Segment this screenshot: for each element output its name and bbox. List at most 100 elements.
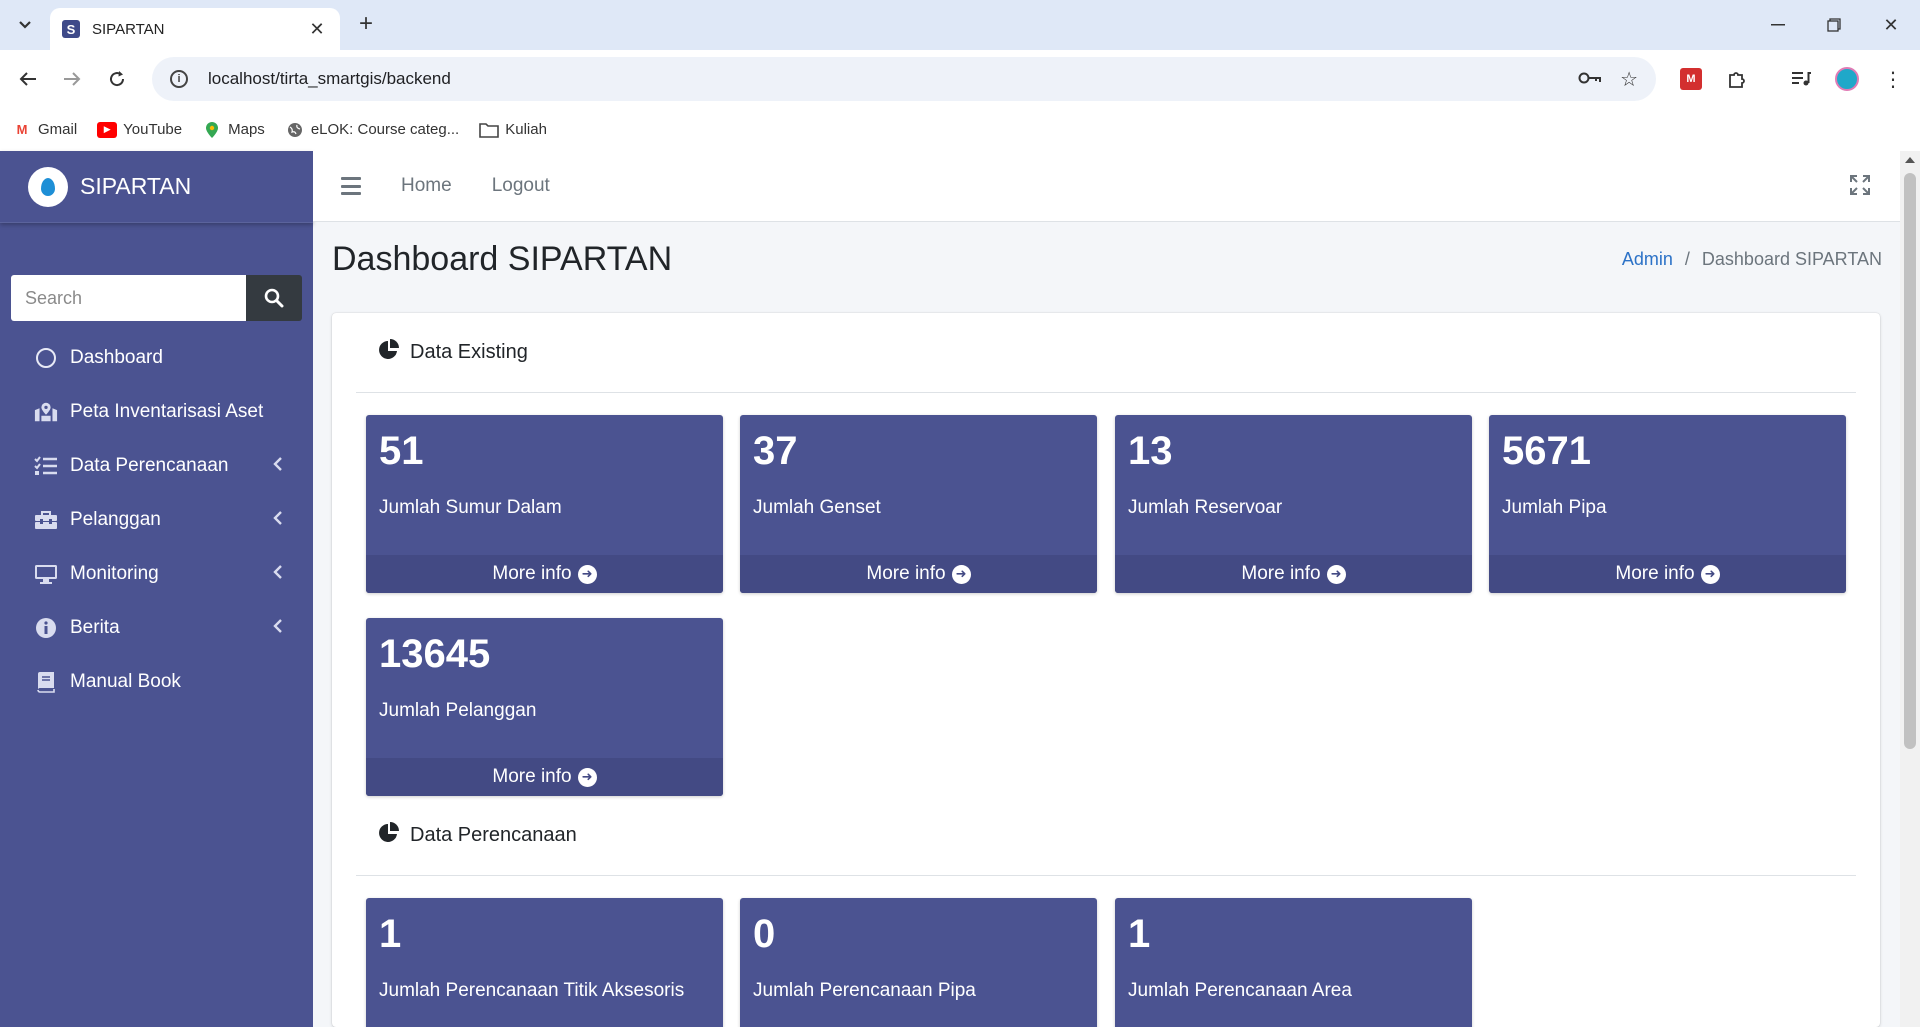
sidebar-menu: Dashboard Peta Inventarisasi Aset Data P… [0, 331, 313, 709]
scrollbar-thumb[interactable] [1904, 173, 1916, 749]
sidebar-item-label: Peta Inventarisasi Aset [70, 401, 264, 422]
stat-box-genset: 37 Jumlah Genset More info ➜ [740, 415, 1097, 593]
breadcrumb-admin-link[interactable]: Admin [1622, 249, 1673, 270]
reload-icon[interactable] [102, 64, 132, 94]
browser-toolbar: i localhost/tirta_smartgis/backend ☆ M ⋮ [0, 50, 1920, 108]
dashboard-card: Data Existing 51 Jumlah Sumur Dalam More… [332, 313, 1880, 1027]
stat-box-pipa: 5671 Jumlah Pipa More info ➜ [1489, 415, 1846, 593]
hamburger-menu-icon[interactable] [341, 177, 361, 195]
fullscreen-expand-icon[interactable] [1850, 175, 1870, 201]
stat-value: 0 [753, 912, 776, 956]
chart-pie-icon [378, 338, 400, 367]
stat-label: Jumlah Perencanaan Area [1128, 980, 1352, 1001]
stat-box-perencanaan-pipa: 0 Jumlah Perencanaan Pipa [740, 898, 1097, 1027]
tab-title: SIPARTAN [92, 20, 165, 38]
more-info-link[interactable]: More info ➜ [1489, 555, 1846, 593]
extensions-puzzle-icon[interactable] [1722, 64, 1752, 94]
sidebar-item-label: Berita [70, 617, 120, 638]
close-window-icon[interactable]: ✕ [1871, 10, 1911, 40]
more-info-link[interactable]: More info ➜ [366, 758, 723, 796]
arrow-circle-right-icon: ➜ [577, 564, 597, 584]
sidebar-search-input[interactable] [11, 275, 246, 321]
scroll-up-arrow-icon[interactable] [1905, 157, 1915, 163]
browser-tabbar: S SIPARTAN ✕ + ✕ [0, 0, 1920, 50]
more-info-link[interactable]: More info ➜ [366, 555, 723, 593]
more-info-link[interactable]: More info ➜ [1115, 555, 1472, 593]
sidebar-search-button[interactable] [246, 275, 302, 321]
stat-box-sumur-dalam: 51 Jumlah Sumur Dalam More info ➜ [366, 415, 723, 593]
browser-menu-kebab-icon[interactable]: ⋮ [1878, 64, 1908, 94]
minimize-icon[interactable] [1758, 10, 1798, 40]
sidebar-item-label: Data Perencanaan [70, 455, 229, 476]
restore-icon[interactable] [1814, 10, 1854, 40]
stat-box-reservoar: 13 Jumlah Reservoar More info ➜ [1115, 415, 1472, 593]
stat-box-perencanaan-area: 1 Jumlah Perencanaan Area [1115, 898, 1472, 1027]
nav-logout-link[interactable]: Logout [492, 175, 550, 197]
bookmark-kuliah[interactable]: Kuliah [479, 121, 547, 138]
section-header-data-perencanaan: Data Perencanaan [356, 796, 1856, 876]
sidebar-item-data-perencanaan[interactable]: Data Perencanaan [0, 439, 313, 493]
forward-arrow-icon[interactable] [57, 64, 87, 94]
sidebar: SIPARTAN Dashboard Peta Inventarisasi As… [0, 151, 313, 1027]
folder-icon [479, 122, 500, 138]
stat-box-pelanggan: 13645 Jumlah Pelanggan More info ➜ [366, 618, 723, 796]
profile-avatar-icon[interactable] [1832, 64, 1862, 94]
section-header-data-existing: Data Existing [356, 313, 1856, 393]
sidebar-item-label: Pelanggan [70, 509, 161, 530]
extension-red-icon[interactable]: M [1676, 64, 1706, 94]
nav-home-link[interactable]: Home [401, 175, 452, 197]
more-info-label: More info [866, 563, 946, 584]
stat-value: 51 [379, 429, 424, 473]
bookmark-youtube[interactable]: ▶ YouTube [97, 121, 182, 138]
chevron-left-icon [273, 457, 283, 471]
new-tab-plus-icon[interactable]: + [352, 11, 380, 39]
key-icon[interactable] [1578, 68, 1602, 91]
arrow-circle-right-icon: ➜ [951, 564, 971, 584]
back-arrow-icon[interactable] [13, 64, 43, 94]
browser-tab-active[interactable]: S SIPARTAN ✕ [50, 8, 340, 50]
bookmark-label: Gmail [38, 121, 78, 138]
stat-value: 1 [379, 912, 402, 956]
stat-label: Jumlah Genset [753, 497, 881, 518]
sidebar-item-label: Manual Book [70, 671, 181, 692]
more-info-link[interactable]: More info ➜ [740, 555, 1097, 593]
brand-link[interactable]: SIPARTAN [0, 151, 313, 223]
breadcrumb-separator: / [1684, 249, 1690, 269]
url-text[interactable]: localhost/tirta_smartgis/backend [208, 69, 1560, 89]
chevron-left-icon [273, 565, 283, 579]
bookmark-elok[interactable]: eLOK: Course categ... [285, 121, 459, 138]
sidebar-item-monitoring[interactable]: Monitoring [0, 547, 313, 601]
bookmark-gmail[interactable]: M Gmail [12, 121, 78, 138]
chevron-left-icon [273, 619, 283, 633]
bookmark-maps[interactable]: Maps [202, 121, 265, 138]
sidebar-item-manual-book[interactable]: Manual Book [0, 655, 313, 709]
more-info-label: More info [1241, 563, 1321, 584]
tab-search-chevron-icon[interactable] [10, 10, 40, 40]
section-title: Data Existing [410, 341, 528, 363]
page-scrollbar[interactable] [1900, 151, 1920, 1027]
sidebar-item-peta-inventarisasi-aset[interactable]: Peta Inventarisasi Aset [0, 385, 313, 439]
sidebar-item-dashboard[interactable]: Dashboard [0, 331, 313, 385]
sidebar-item-berita[interactable]: Berita [0, 601, 313, 655]
address-bar[interactable]: i localhost/tirta_smartgis/backend ☆ [152, 57, 1656, 101]
site-info-icon[interactable]: i [170, 70, 188, 88]
map-marked-icon [34, 400, 58, 424]
tasks-icon [34, 454, 58, 478]
bookmark-star-icon[interactable]: ☆ [1620, 67, 1638, 92]
content-header: Dashboard SIPARTAN Admin / Dashboard SIP… [332, 240, 1882, 279]
arrow-circle-right-icon: ➜ [1326, 564, 1346, 584]
sidebar-item-pelanggan[interactable]: Pelanggan [0, 493, 313, 547]
desktop-icon [34, 562, 58, 586]
breadcrumb-current: Dashboard SIPARTAN [1701, 249, 1882, 269]
toolbox-icon [34, 508, 58, 532]
stat-value: 13 [1128, 429, 1173, 473]
media-control-icon[interactable] [1786, 64, 1816, 94]
sidebar-item-label: Dashboard [70, 347, 163, 368]
circle-icon [34, 346, 58, 370]
stat-label: Jumlah Perencanaan Pipa [753, 980, 976, 1001]
section-title: Data Perencanaan [410, 824, 577, 846]
bookmarks-bar: M Gmail ▶ YouTube Maps eLOK: Course cate… [0, 108, 1920, 151]
tab-close-icon[interactable]: ✕ [306, 19, 328, 40]
book-icon [34, 670, 58, 694]
top-navbar: Home Logout [313, 151, 1920, 222]
